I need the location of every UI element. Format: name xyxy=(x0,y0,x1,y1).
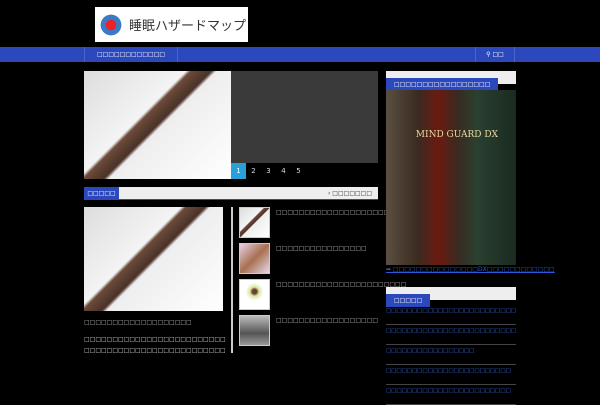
nav-bar: □□□□□□□□□□□□ ⚲ □□ xyxy=(0,47,600,62)
main-post-excerpt: □□□□□□□□□□□□□□□□□□□□□□□□□□□□□□□□□□□□□□□□… xyxy=(84,336,226,354)
widget-header: □□□□□□□□□□□□□□□□□ xyxy=(386,71,516,91)
pager-5[interactable]: 5 xyxy=(291,163,306,179)
ad-product-label: MIND GUARD DX xyxy=(415,130,498,140)
section-header: □□□□□ › □□□□□□□ xyxy=(84,187,378,200)
recent-post-link[interactable]: □□□□□□□□□□□□□□□□□□□□□□□□ xyxy=(386,385,516,405)
column-divider xyxy=(231,207,233,353)
recent-post-link[interactable]: □□□□□□□□□□□□□□□□□□□□□□□□□□□□ xyxy=(386,305,516,325)
pager-3[interactable]: 3 xyxy=(261,163,276,179)
widget-header: □□□□□ xyxy=(386,287,516,307)
pager-2[interactable]: 2 xyxy=(246,163,261,179)
side-post[interactable]: □□□□□□□□□□□□□□□□□□□□□□□ xyxy=(239,279,406,311)
nav-item[interactable]: □□□□□□□□□□□□ xyxy=(84,47,179,62)
post-thumbnail[interactable] xyxy=(239,315,270,346)
ad-image[interactable]: MIND GUARD DX xyxy=(386,90,516,265)
recent-post-link[interactable]: □□□□□□□□□□□□□□□□□□□□□□□□□□□□□□□□□□□3□□□□… xyxy=(386,325,516,345)
logo-icon xyxy=(99,12,123,37)
search-button[interactable]: ⚲ □□ xyxy=(475,47,515,62)
post-thumbnail[interactable] xyxy=(239,207,270,238)
side-post[interactable]: □□□□□□□□□□□□□□□□□□ xyxy=(239,315,379,347)
main-post-image[interactable] xyxy=(84,207,223,311)
side-post[interactable]: □□□□□□□□□□□□□□□□ xyxy=(239,243,379,275)
search-label: □□ xyxy=(492,51,504,58)
pager-1[interactable]: 1 xyxy=(231,163,246,179)
ad-link[interactable]: ➡ □□□□□□□□□□□□□□□DX□□□□□□□□□□□□ xyxy=(386,266,555,273)
main-post-title[interactable]: □□□□□□□□□□□□□□□□□□□ xyxy=(84,319,192,326)
logo-text: 睡眠ハザードマップ xyxy=(129,19,247,34)
side-post[interactable]: □□□□□□□□□□□□□□□□□□□□□ xyxy=(239,207,395,239)
section-label: □□□□□ xyxy=(84,187,119,200)
recent-post-link[interactable]: □□□□□□□□□□□□□□□□□ xyxy=(386,345,516,365)
post-title[interactable]: □□□□□□□□□□□□□□□□□□ xyxy=(276,317,378,324)
post-thumbnail[interactable] xyxy=(239,279,270,310)
site-logo[interactable]: 睡眠ハザードマップ xyxy=(95,7,248,42)
recent-post-link[interactable]: □□□□□□□□□□□□□□□□□□□□□□□□ xyxy=(386,365,516,385)
post-title[interactable]: □□□□□□□□□□□□□□□□□□□□□ xyxy=(276,209,395,216)
slider-image[interactable] xyxy=(84,71,231,179)
slider-caption-area xyxy=(231,71,378,163)
post-thumbnail[interactable] xyxy=(239,243,270,274)
post-title[interactable]: □□□□□□□□□□□□□□□□ xyxy=(276,245,367,252)
pager-4[interactable]: 4 xyxy=(276,163,291,179)
slider-pager: 1 2 3 4 5 xyxy=(231,163,306,179)
more-link[interactable]: › □□□□□□□ xyxy=(328,187,372,200)
